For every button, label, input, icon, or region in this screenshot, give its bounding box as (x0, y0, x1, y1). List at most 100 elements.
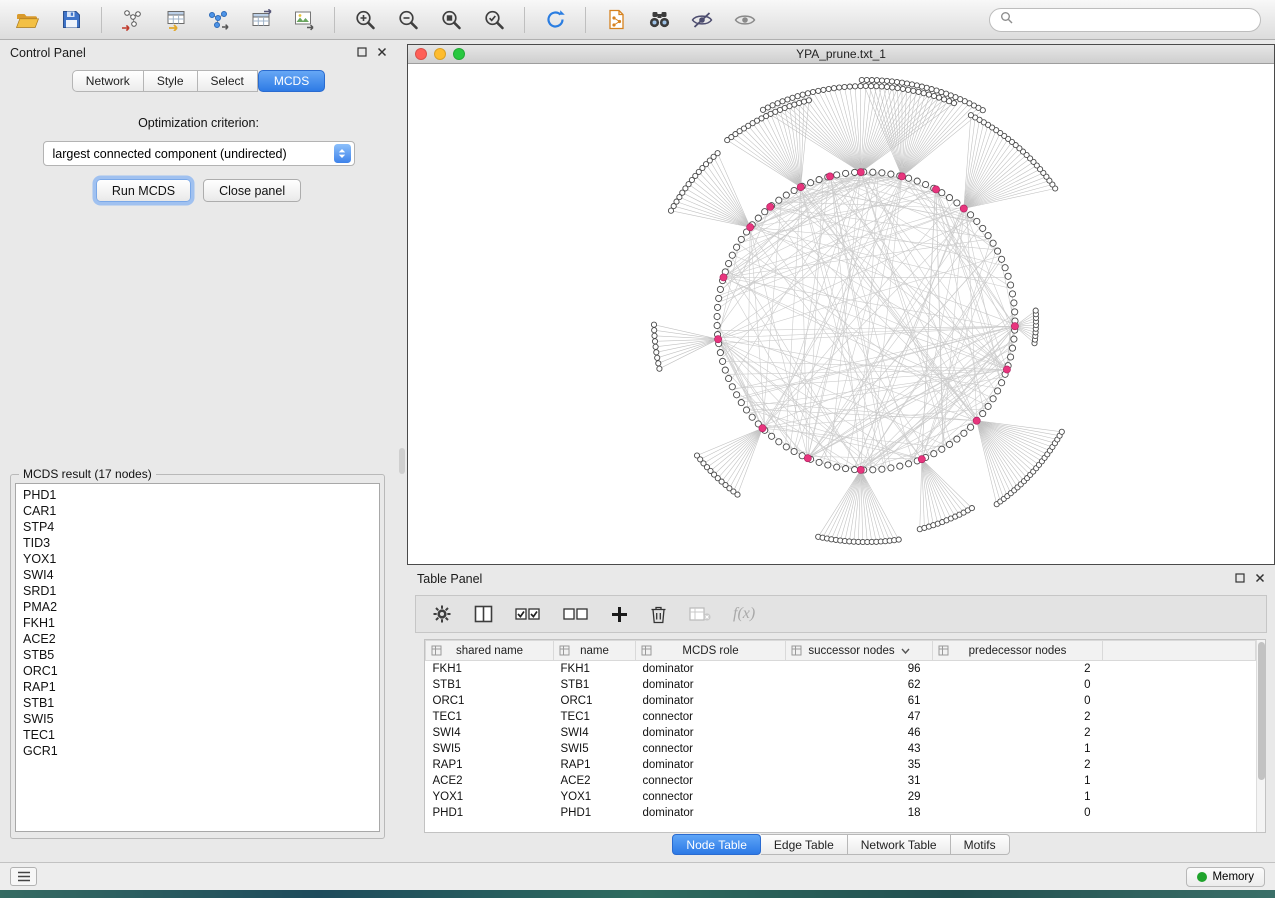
mcds-result-item[interactable]: YOX1 (23, 551, 372, 567)
mcds-result-item[interactable]: STB5 (23, 647, 372, 663)
table-row[interactable]: SWI5SWI5connector431 (426, 741, 1256, 757)
cell-name[interactable]: PHD1 (554, 805, 636, 821)
status-menu-icon[interactable] (10, 867, 37, 886)
cell-mcds-role[interactable]: dominator (636, 693, 786, 709)
cell-successor-nodes[interactable]: 29 (786, 789, 933, 805)
cell-successor-nodes[interactable]: 96 (786, 661, 933, 678)
table-row[interactable]: RAP1RAP1dominator352 (426, 757, 1256, 773)
zoom-out-icon[interactable] (390, 4, 426, 36)
mcds-result-item[interactable]: ORC1 (23, 663, 372, 679)
cell-mcds-role[interactable]: connector (636, 709, 786, 725)
tab-edge-table[interactable]: Edge Table (761, 834, 848, 855)
table-scrollbar[interactable] (1256, 640, 1265, 832)
float-panel-icon[interactable] (357, 46, 367, 60)
cell-successor-nodes[interactable]: 43 (786, 741, 933, 757)
column-header-successor-nodes[interactable]: successor nodes (786, 641, 933, 661)
table-row[interactable]: ORC1ORC1dominator610 (426, 693, 1256, 709)
cell-mcds-role[interactable]: connector (636, 773, 786, 789)
tab-select[interactable]: Select (198, 70, 258, 92)
table-row[interactable]: SWI4SWI4dominator462 (426, 725, 1256, 741)
show-column-icon[interactable] (474, 605, 493, 623)
function-builder-icon[interactable]: f(x) (733, 605, 755, 623)
table-row[interactable]: STB1STB1dominator620 (426, 677, 1256, 693)
cell-shared-name[interactable]: RAP1 (426, 757, 554, 773)
cell-predecessor-nodes[interactable]: 0 (933, 805, 1103, 821)
cell-successor-nodes[interactable]: 46 (786, 725, 933, 741)
cell-predecessor-nodes[interactable]: 2 (933, 725, 1103, 741)
open-file-icon[interactable] (10, 4, 46, 36)
mcds-result-item[interactable]: SWI5 (23, 711, 372, 727)
import-network-icon[interactable] (114, 4, 150, 36)
network-window-titlebar[interactable]: YPA_prune.txt_1 (408, 45, 1274, 64)
export-image-icon[interactable] (286, 4, 322, 36)
mcds-result-item[interactable]: SWI4 (23, 567, 372, 583)
find-icon[interactable] (641, 4, 677, 36)
cell-mcds-role[interactable]: dominator (636, 725, 786, 741)
splitter-grip[interactable] (399, 448, 405, 474)
add-row-icon[interactable] (611, 606, 628, 623)
refresh-view-icon[interactable] (537, 4, 573, 36)
fit-content-icon[interactable] (433, 4, 469, 36)
mcds-result-item[interactable]: RAP1 (23, 679, 372, 695)
cell-mcds-role[interactable]: dominator (636, 757, 786, 773)
network-graph[interactable] (408, 64, 1274, 563)
mcds-result-item[interactable]: FKH1 (23, 615, 372, 631)
export-table-icon[interactable] (243, 4, 279, 36)
deselect-all-icon[interactable] (563, 606, 589, 622)
vertical-splitter[interactable] (397, 40, 407, 862)
cell-shared-name[interactable]: TEC1 (426, 709, 554, 725)
export-network-icon[interactable] (200, 4, 236, 36)
cell-shared-name[interactable]: ACE2 (426, 773, 554, 789)
cell-shared-name[interactable]: SWI4 (426, 725, 554, 741)
mcds-result-item[interactable]: ACE2 (23, 631, 372, 647)
show-graphics-details-icon[interactable] (727, 4, 763, 36)
search-input[interactable] (989, 8, 1261, 32)
tab-style[interactable]: Style (144, 70, 198, 92)
cell-name[interactable]: SWI5 (554, 741, 636, 757)
zoom-selected-icon[interactable] (476, 4, 512, 36)
table-row[interactable]: PHD1PHD1dominator180 (426, 805, 1256, 821)
cell-predecessor-nodes[interactable]: 0 (933, 693, 1103, 709)
mcds-result-item[interactable]: TEC1 (23, 727, 372, 743)
cell-successor-nodes[interactable]: 35 (786, 757, 933, 773)
cell-successor-nodes[interactable]: 62 (786, 677, 933, 693)
mcds-result-item[interactable]: TID3 (23, 535, 372, 551)
cell-predecessor-nodes[interactable]: 2 (933, 661, 1103, 678)
close-panel-button[interactable]: Close panel (203, 179, 301, 202)
cell-mcds-role[interactable]: connector (636, 741, 786, 757)
cell-name[interactable]: ORC1 (554, 693, 636, 709)
cell-name[interactable]: RAP1 (554, 757, 636, 773)
zoom-in-icon[interactable] (347, 4, 383, 36)
cell-predecessor-nodes[interactable]: 1 (933, 773, 1103, 789)
mcds-result-item[interactable]: SRD1 (23, 583, 372, 599)
tab-node-table[interactable]: Node Table (672, 834, 761, 855)
window-minimize-icon[interactable] (434, 48, 446, 60)
cell-name[interactable]: TEC1 (554, 709, 636, 725)
cell-shared-name[interactable]: STB1 (426, 677, 554, 693)
cell-mcds-role[interactable]: connector (636, 789, 786, 805)
cell-predecessor-nodes[interactable]: 1 (933, 741, 1103, 757)
window-zoom-icon[interactable] (453, 48, 465, 60)
cell-successor-nodes[interactable]: 47 (786, 709, 933, 725)
scrollbar-thumb[interactable] (1258, 642, 1265, 780)
criterion-select[interactable]: largest connected component (undirected) (43, 141, 355, 166)
close-panel-icon[interactable] (1255, 572, 1265, 586)
cell-mcds-role[interactable]: dominator (636, 661, 786, 678)
tab-mcds[interactable]: MCDS (258, 70, 325, 92)
cell-shared-name[interactable]: ORC1 (426, 693, 554, 709)
close-panel-icon[interactable] (377, 46, 387, 60)
tab-motifs[interactable]: Motifs (951, 834, 1010, 855)
table-row[interactable]: TEC1TEC1connector472 (426, 709, 1256, 725)
clear-cell-icon[interactable] (689, 606, 711, 622)
column-header-MCDS-role[interactable]: MCDS role (636, 641, 786, 661)
share-document-icon[interactable] (598, 4, 634, 36)
tab-network-table[interactable]: Network Table (848, 834, 951, 855)
cell-shared-name[interactable]: SWI5 (426, 741, 554, 757)
table-row[interactable]: YOX1YOX1connector291 (426, 789, 1256, 805)
mcds-result-list[interactable]: PHD1CAR1STP4TID3YOX1SWI4SRD1PMA2FKH1ACE2… (15, 483, 380, 832)
search-field[interactable] (1019, 13, 1250, 27)
window-close-icon[interactable] (415, 48, 427, 60)
column-header-shared-name[interactable]: shared name (426, 641, 554, 661)
column-header-name[interactable]: name (554, 641, 636, 661)
mcds-result-item[interactable]: STP4 (23, 519, 372, 535)
